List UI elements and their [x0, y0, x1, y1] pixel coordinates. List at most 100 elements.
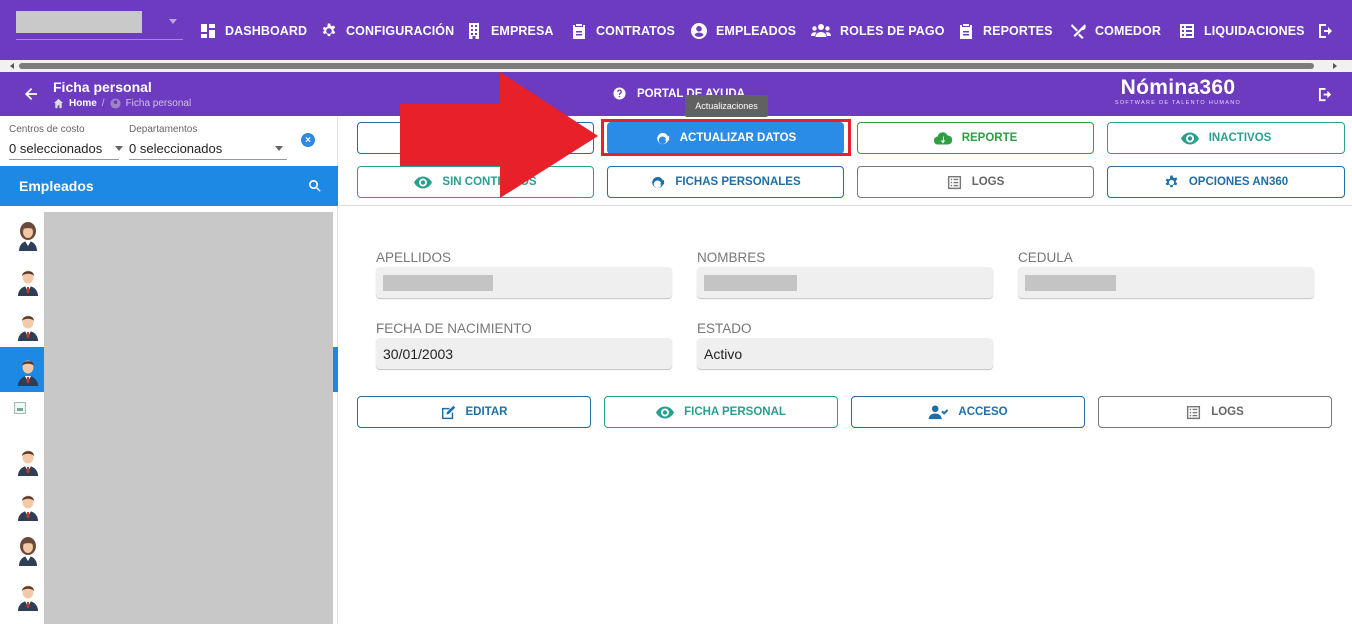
breadcrumb-home[interactable]: Home — [69, 98, 97, 109]
inactivos-label: INACTIVOS — [1208, 132, 1272, 144]
nombres-input — [697, 267, 993, 298]
estado-label: ESTADO — [697, 321, 752, 336]
acceso-button[interactable]: ACCESO — [851, 396, 1085, 428]
avatar — [13, 444, 43, 476]
nombres-label: NOMBRES — [697, 250, 766, 265]
back-button[interactable] — [24, 87, 38, 101]
avatar — [13, 264, 43, 296]
page-title: Ficha personal — [53, 79, 152, 95]
nav-contratos[interactable]: CONTRATOS — [571, 21, 675, 41]
fecha-nacimiento-field: FECHA DE NACIMIENTO 30/01/2003 — [376, 321, 672, 369]
fichas-personales-label: FICHAS PERSONALES — [675, 176, 801, 188]
estado-value: Activo — [704, 345, 743, 362]
nav-dashboard[interactable]: DASHBOARD — [200, 21, 307, 41]
chevron-down-icon — [115, 146, 123, 151]
cost-center-select[interactable]: 0 seleccionados — [9, 138, 119, 160]
cedula-field: CEDULA — [1018, 250, 1314, 298]
breadcrumb-current: Ficha personal — [125, 98, 192, 109]
nav-reportes[interactable]: REPORTES — [958, 21, 1053, 41]
estado-input: Activo — [697, 338, 993, 369]
avatar — [13, 354, 43, 386]
utensils-icon — [1071, 24, 1086, 39]
employee-search-button[interactable] — [308, 179, 322, 193]
company-select[interactable] — [16, 11, 183, 40]
ficha-personal-button[interactable]: FICHA PERSONAL — [604, 396, 838, 428]
department-select[interactable]: 0 seleccionados — [129, 138, 287, 160]
brand-tagline: SOFTWARE DE TALENTO HUMANO — [1114, 100, 1242, 106]
reporte-button[interactable]: REPORTE — [857, 122, 1094, 154]
opciones-an360-button[interactable]: OPCIONES AN360 — [1107, 166, 1345, 198]
nav-empresa[interactable]: EMPRESA — [466, 21, 554, 41]
employees-title: Empleados — [19, 178, 94, 194]
cloud-download-icon — [933, 131, 952, 145]
breadcrumb: Home / Ficha personal — [53, 98, 191, 109]
editar-button[interactable]: EDITAR — [357, 396, 591, 428]
reporte-label: REPORTE — [961, 132, 1018, 144]
employee-list — [0, 212, 338, 624]
department-filter[interactable]: Departamentos 0 seleccionados — [129, 124, 287, 160]
tooltip-actualizaciones: Actualizaciones — [685, 95, 768, 117]
refresh-icon — [652, 176, 665, 188]
apellidos-label: APELLIDOS — [376, 250, 452, 265]
gear-icon — [322, 23, 336, 37]
department-value: 0 seleccionados — [129, 141, 223, 156]
chevron-down-icon — [275, 146, 283, 151]
avatar — [13, 219, 43, 251]
horizontal-scrollbar[interactable] — [0, 60, 1352, 72]
section-divider — [339, 205, 1352, 206]
fichas-personales-button[interactable]: FICHAS PERSONALES — [607, 166, 844, 198]
cost-center-filter[interactable]: Centros de costo 0 seleccionados — [9, 124, 119, 160]
scroll-left-arrow-icon[interactable] — [10, 63, 14, 69]
nav-configuracion[interactable]: CONFIGURACIÓN — [321, 21, 454, 41]
logs-button[interactable]: LOGS — [857, 166, 1094, 198]
list-icon — [1187, 405, 1201, 419]
breadcrumb-separator: / — [101, 98, 105, 109]
acceso-label: ACCESO — [958, 406, 1008, 418]
users-icon — [811, 24, 831, 37]
nav-liquidaciones[interactable]: LIQUIDACIONES — [1179, 21, 1305, 41]
logout-icon — [1319, 24, 1332, 38]
broken-image-icon — [14, 402, 26, 414]
cedula-label: CEDULA — [1018, 250, 1073, 265]
avatar — [13, 579, 43, 611]
nav-roles-de-pago[interactable]: ROLES DE PAGO — [811, 21, 945, 41]
avatar — [13, 489, 43, 521]
apellidos-input — [376, 267, 672, 298]
eye-icon — [656, 406, 675, 418]
annotation-arrow-icon — [400, 72, 598, 198]
nav-empleados-label: EMPLEADOS — [716, 24, 797, 38]
dashboard-icon — [201, 24, 215, 38]
selected-row-indicator — [333, 347, 338, 392]
nav-comedor-label: COMEDOR — [1095, 24, 1161, 38]
logs-detail-button[interactable]: LOGS — [1098, 396, 1332, 428]
chevron-down-icon — [169, 19, 177, 24]
annotation-highlight-box — [601, 119, 851, 156]
user-circle-icon — [691, 23, 707, 39]
nav-liquidaciones-label: LIQUIDACIONES — [1204, 24, 1305, 38]
nav-reportes-label: REPORTES — [983, 24, 1053, 38]
nav-empleados[interactable]: EMPLEADOS — [691, 21, 796, 41]
logout-button[interactable] — [1318, 87, 1333, 102]
opciones-an360-label: OPCIONES AN360 — [1188, 176, 1289, 188]
inactivos-button[interactable]: INACTIVOS — [1107, 122, 1345, 154]
scrollbar-thumb[interactable] — [19, 63, 1314, 69]
brand-name: Nómina360 — [1120, 76, 1236, 99]
cost-center-caret[interactable] — [115, 146, 127, 151]
list-icon — [947, 175, 961, 189]
gear-icon — [1165, 174, 1178, 187]
brand-logo: Nómina360 SOFTWARE DE TALENTO HUMANO — [1106, 76, 1250, 107]
top-navbar: DASHBOARD CONFIGURACIÓN EMPRESA CONTRATO… — [0, 0, 1352, 60]
avatar — [13, 309, 43, 341]
employee-sidebar: Centros de costo 0 seleccionados Departa… — [0, 116, 338, 624]
building-icon — [469, 23, 479, 39]
cost-center-value: 0 seleccionados — [9, 141, 103, 156]
home-icon — [53, 98, 64, 109]
department-label: Departamentos — [129, 124, 198, 135]
logout-button[interactable] — [1318, 23, 1334, 39]
clear-filters-button[interactable]: × — [301, 133, 315, 147]
nombres-field: NOMBRES — [697, 250, 993, 298]
logs-detail-label: LOGS — [1211, 406, 1244, 418]
scroll-right-arrow-icon[interactable] — [1333, 63, 1337, 69]
nav-comedor[interactable]: COMEDOR — [1070, 21, 1161, 41]
nav-empresa-label: EMPRESA — [491, 24, 554, 38]
